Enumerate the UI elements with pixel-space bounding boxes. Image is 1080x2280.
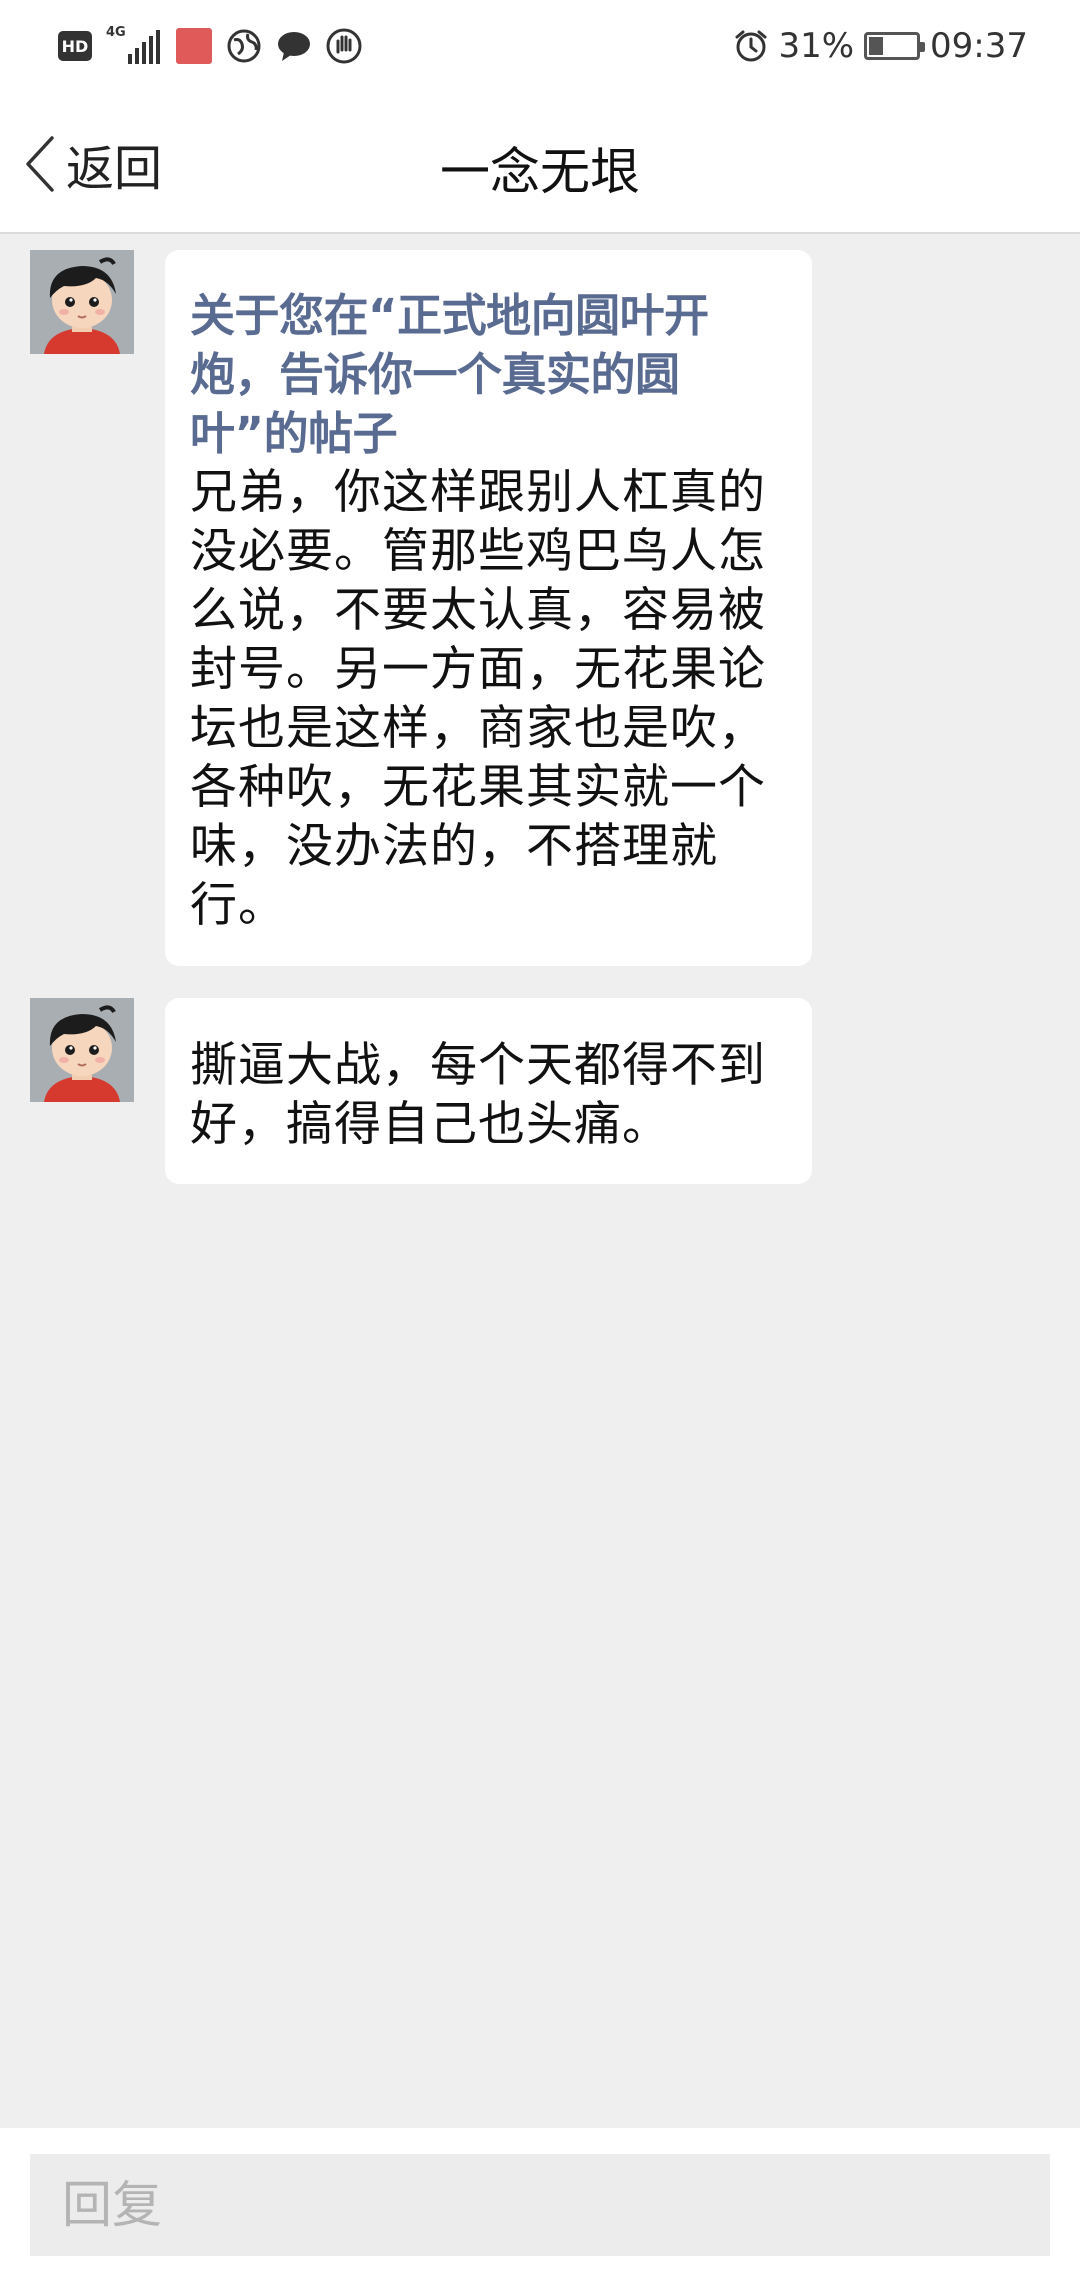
message-title[interactable]: 关于您在“正式地向圆叶开炮，告诉你一个真实的圆叶”的帖子 xyxy=(190,286,786,463)
battery-icon xyxy=(864,32,926,60)
avatar[interactable] xyxy=(30,998,134,1102)
alarm-icon xyxy=(735,30,767,62)
avatar-image xyxy=(30,998,134,1102)
status-bar-right: 31% 09:37 xyxy=(734,24,1028,68)
hand-icon xyxy=(326,28,362,64)
browser-icon xyxy=(227,29,261,63)
chat-screen: HD 4G 31% 09:37 返回 一念无垠 关于您在“正式地向圆叶开炮，告诉… xyxy=(0,0,1080,2280)
chat-icon xyxy=(278,32,310,61)
message-bubble[interactable]: 撕逼大战，每个天都得不到好，搞得自己也头痛。 xyxy=(165,998,812,1184)
hd-icon: HD xyxy=(58,31,92,61)
page-title: 一念无垠 xyxy=(440,143,640,201)
nav-bar: 返回 一念无垠 xyxy=(0,92,1080,234)
app-notification-icon xyxy=(176,28,212,64)
message-bubble[interactable]: 关于您在“正式地向圆叶开炮，告诉你一个真实的圆叶”的帖子 兄弟，你这样跟别人杠真… xyxy=(165,250,812,966)
battery-percent: 31% xyxy=(778,26,855,66)
network-type-label: 4G xyxy=(106,25,126,40)
status-time: 09:37 xyxy=(930,26,1028,66)
reply-input[interactable] xyxy=(30,2154,1050,2256)
avatar-image xyxy=(30,250,134,354)
signal-icon: 4G xyxy=(106,25,162,64)
avatar[interactable] xyxy=(30,250,134,354)
message-text: 撕逼大战，每个天都得不到好，搞得自己也头痛。 xyxy=(190,1038,766,1152)
status-bar: HD 4G 31% 09:37 xyxy=(0,0,1080,92)
status-bar-left: HD 4G xyxy=(58,24,362,68)
message-text: 兄弟，你这样跟别人杠真的没必要。管那些鸡巴鸟人怎么说，不要太认真，容易被封号。另… xyxy=(190,465,766,933)
reply-bar xyxy=(0,2128,1080,2280)
